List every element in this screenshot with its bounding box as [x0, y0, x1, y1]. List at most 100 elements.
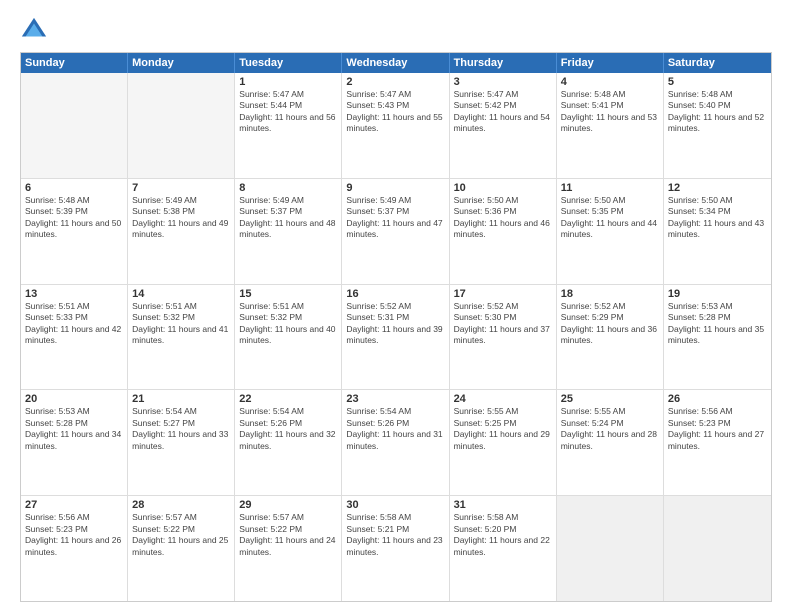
day-info: Sunrise: 5:53 AM Sunset: 5:28 PM Dayligh… [668, 301, 767, 347]
calendar-cell: 10Sunrise: 5:50 AM Sunset: 5:36 PM Dayli… [450, 179, 557, 284]
day-number: 8 [239, 182, 337, 194]
logo-icon [20, 16, 48, 44]
day-info: Sunrise: 5:47 AM Sunset: 5:42 PM Dayligh… [454, 89, 552, 135]
calendar-cell: 1Sunrise: 5:47 AM Sunset: 5:44 PM Daylig… [235, 73, 342, 178]
day-info: Sunrise: 5:52 AM Sunset: 5:31 PM Dayligh… [346, 301, 444, 347]
day-number: 22 [239, 393, 337, 405]
calendar-cell [557, 496, 664, 601]
calendar-cell: 25Sunrise: 5:55 AM Sunset: 5:24 PM Dayli… [557, 390, 664, 495]
day-info: Sunrise: 5:58 AM Sunset: 5:21 PM Dayligh… [346, 512, 444, 558]
day-number: 14 [132, 288, 230, 300]
calendar-cell: 7Sunrise: 5:49 AM Sunset: 5:38 PM Daylig… [128, 179, 235, 284]
day-number: 28 [132, 499, 230, 511]
calendar-cell: 18Sunrise: 5:52 AM Sunset: 5:29 PM Dayli… [557, 285, 664, 390]
day-info: Sunrise: 5:56 AM Sunset: 5:23 PM Dayligh… [25, 512, 123, 558]
day-info: Sunrise: 5:50 AM Sunset: 5:36 PM Dayligh… [454, 195, 552, 241]
calendar-body: 1Sunrise: 5:47 AM Sunset: 5:44 PM Daylig… [21, 73, 771, 601]
calendar-cell: 15Sunrise: 5:51 AM Sunset: 5:32 PM Dayli… [235, 285, 342, 390]
calendar-cell: 8Sunrise: 5:49 AM Sunset: 5:37 PM Daylig… [235, 179, 342, 284]
calendar-header: SundayMondayTuesdayWednesdayThursdayFrid… [21, 53, 771, 73]
calendar-cell: 31Sunrise: 5:58 AM Sunset: 5:20 PM Dayli… [450, 496, 557, 601]
calendar-cell [21, 73, 128, 178]
day-info: Sunrise: 5:57 AM Sunset: 5:22 PM Dayligh… [239, 512, 337, 558]
day-info: Sunrise: 5:49 AM Sunset: 5:37 PM Dayligh… [346, 195, 444, 241]
day-number: 25 [561, 393, 659, 405]
day-info: Sunrise: 5:58 AM Sunset: 5:20 PM Dayligh… [454, 512, 552, 558]
day-info: Sunrise: 5:48 AM Sunset: 5:41 PM Dayligh… [561, 89, 659, 135]
day-info: Sunrise: 5:52 AM Sunset: 5:29 PM Dayligh… [561, 301, 659, 347]
day-number: 31 [454, 499, 552, 511]
day-number: 19 [668, 288, 767, 300]
day-info: Sunrise: 5:52 AM Sunset: 5:30 PM Dayligh… [454, 301, 552, 347]
calendar-cell: 17Sunrise: 5:52 AM Sunset: 5:30 PM Dayli… [450, 285, 557, 390]
calendar-cell: 22Sunrise: 5:54 AM Sunset: 5:26 PM Dayli… [235, 390, 342, 495]
day-info: Sunrise: 5:49 AM Sunset: 5:38 PM Dayligh… [132, 195, 230, 241]
calendar-cell [128, 73, 235, 178]
day-info: Sunrise: 5:51 AM Sunset: 5:32 PM Dayligh… [239, 301, 337, 347]
day-number: 4 [561, 76, 659, 88]
calendar-cell: 24Sunrise: 5:55 AM Sunset: 5:25 PM Dayli… [450, 390, 557, 495]
day-info: Sunrise: 5:56 AM Sunset: 5:23 PM Dayligh… [668, 406, 767, 452]
day-number: 10 [454, 182, 552, 194]
calendar-cell: 26Sunrise: 5:56 AM Sunset: 5:23 PM Dayli… [664, 390, 771, 495]
day-info: Sunrise: 5:53 AM Sunset: 5:28 PM Dayligh… [25, 406, 123, 452]
calendar-row: 1Sunrise: 5:47 AM Sunset: 5:44 PM Daylig… [21, 73, 771, 178]
calendar-cell: 9Sunrise: 5:49 AM Sunset: 5:37 PM Daylig… [342, 179, 449, 284]
day-number: 21 [132, 393, 230, 405]
day-info: Sunrise: 5:57 AM Sunset: 5:22 PM Dayligh… [132, 512, 230, 558]
day-info: Sunrise: 5:54 AM Sunset: 5:27 PM Dayligh… [132, 406, 230, 452]
calendar-cell: 6Sunrise: 5:48 AM Sunset: 5:39 PM Daylig… [21, 179, 128, 284]
calendar-cell: 12Sunrise: 5:50 AM Sunset: 5:34 PM Dayli… [664, 179, 771, 284]
day-number: 30 [346, 499, 444, 511]
header [20, 16, 772, 44]
day-number: 23 [346, 393, 444, 405]
calendar-row: 27Sunrise: 5:56 AM Sunset: 5:23 PM Dayli… [21, 495, 771, 601]
logo [20, 16, 52, 44]
calendar-cell: 3Sunrise: 5:47 AM Sunset: 5:42 PM Daylig… [450, 73, 557, 178]
calendar-cell: 2Sunrise: 5:47 AM Sunset: 5:43 PM Daylig… [342, 73, 449, 178]
calendar-cell: 20Sunrise: 5:53 AM Sunset: 5:28 PM Dayli… [21, 390, 128, 495]
day-info: Sunrise: 5:49 AM Sunset: 5:37 PM Dayligh… [239, 195, 337, 241]
day-number: 3 [454, 76, 552, 88]
day-number: 20 [25, 393, 123, 405]
day-number: 18 [561, 288, 659, 300]
day-info: Sunrise: 5:47 AM Sunset: 5:44 PM Dayligh… [239, 89, 337, 135]
day-number: 27 [25, 499, 123, 511]
day-number: 2 [346, 76, 444, 88]
calendar-cell: 21Sunrise: 5:54 AM Sunset: 5:27 PM Dayli… [128, 390, 235, 495]
calendar: SundayMondayTuesdayWednesdayThursdayFrid… [20, 52, 772, 602]
calendar-cell: 14Sunrise: 5:51 AM Sunset: 5:32 PM Dayli… [128, 285, 235, 390]
day-number: 17 [454, 288, 552, 300]
calendar-cell: 5Sunrise: 5:48 AM Sunset: 5:40 PM Daylig… [664, 73, 771, 178]
day-number: 5 [668, 76, 767, 88]
calendar-header-cell: Tuesday [235, 53, 342, 73]
calendar-header-cell: Thursday [450, 53, 557, 73]
calendar-cell: 4Sunrise: 5:48 AM Sunset: 5:41 PM Daylig… [557, 73, 664, 178]
calendar-cell: 13Sunrise: 5:51 AM Sunset: 5:33 PM Dayli… [21, 285, 128, 390]
day-number: 24 [454, 393, 552, 405]
day-number: 15 [239, 288, 337, 300]
calendar-cell: 27Sunrise: 5:56 AM Sunset: 5:23 PM Dayli… [21, 496, 128, 601]
calendar-cell: 16Sunrise: 5:52 AM Sunset: 5:31 PM Dayli… [342, 285, 449, 390]
day-number: 9 [346, 182, 444, 194]
day-number: 29 [239, 499, 337, 511]
calendar-cell: 19Sunrise: 5:53 AM Sunset: 5:28 PM Dayli… [664, 285, 771, 390]
calendar-header-cell: Wednesday [342, 53, 449, 73]
calendar-cell: 30Sunrise: 5:58 AM Sunset: 5:21 PM Dayli… [342, 496, 449, 601]
day-info: Sunrise: 5:54 AM Sunset: 5:26 PM Dayligh… [239, 406, 337, 452]
page: SundayMondayTuesdayWednesdayThursdayFrid… [0, 0, 792, 612]
calendar-cell: 11Sunrise: 5:50 AM Sunset: 5:35 PM Dayli… [557, 179, 664, 284]
day-info: Sunrise: 5:50 AM Sunset: 5:34 PM Dayligh… [668, 195, 767, 241]
calendar-row: 20Sunrise: 5:53 AM Sunset: 5:28 PM Dayli… [21, 389, 771, 495]
day-info: Sunrise: 5:51 AM Sunset: 5:33 PM Dayligh… [25, 301, 123, 347]
day-info: Sunrise: 5:50 AM Sunset: 5:35 PM Dayligh… [561, 195, 659, 241]
calendar-header-cell: Monday [128, 53, 235, 73]
day-number: 7 [132, 182, 230, 194]
day-number: 13 [25, 288, 123, 300]
day-number: 26 [668, 393, 767, 405]
day-info: Sunrise: 5:51 AM Sunset: 5:32 PM Dayligh… [132, 301, 230, 347]
day-info: Sunrise: 5:47 AM Sunset: 5:43 PM Dayligh… [346, 89, 444, 135]
day-info: Sunrise: 5:54 AM Sunset: 5:26 PM Dayligh… [346, 406, 444, 452]
calendar-cell: 23Sunrise: 5:54 AM Sunset: 5:26 PM Dayli… [342, 390, 449, 495]
calendar-header-cell: Saturday [664, 53, 771, 73]
